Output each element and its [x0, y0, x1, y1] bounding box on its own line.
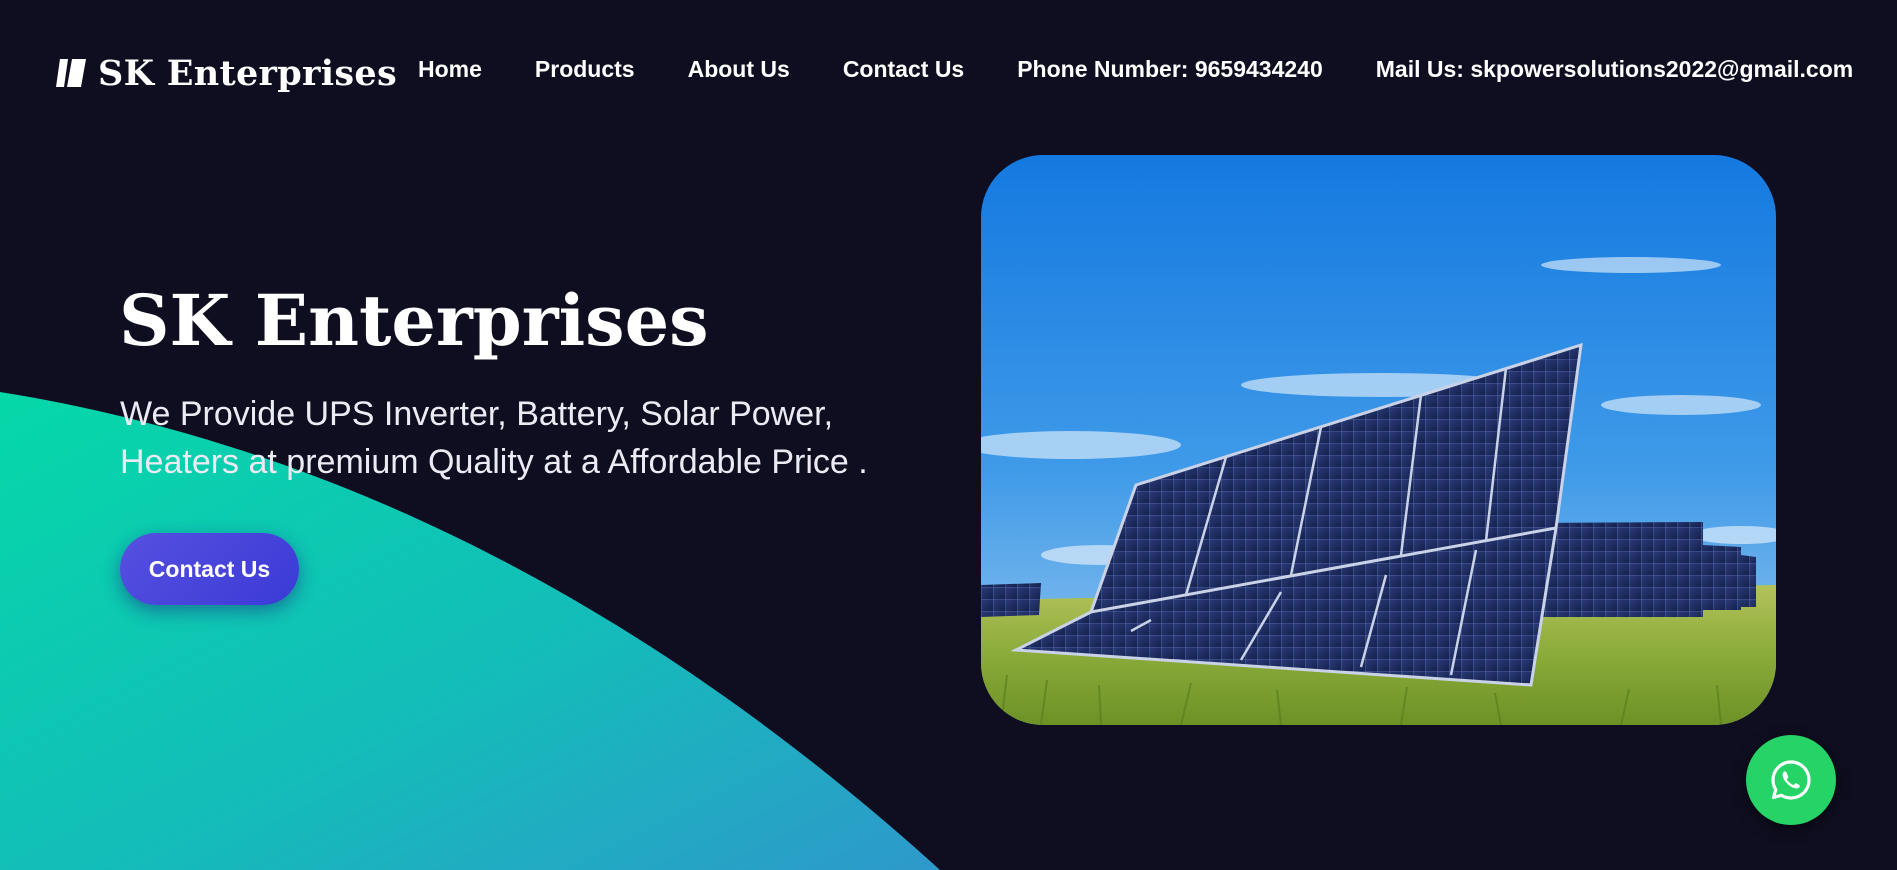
hero-title: SK Enterprises	[119, 279, 709, 362]
solar-panels-photo	[981, 155, 1776, 725]
hero-subtitle-line2: Heaters at premium Quality at a Affordab…	[120, 443, 868, 481]
hero-subtitle: We Provide UPS Inverter, Battery, Solar …	[120, 390, 940, 486]
nav-phone-link[interactable]: Phone Number: 9659434240	[1017, 56, 1323, 83]
top-navbar: SK Enterprises Home Products About Us Co…	[0, 0, 1897, 148]
whatsapp-icon	[1771, 760, 1811, 800]
whatsapp-button[interactable]	[1746, 735, 1836, 825]
nav-products-link[interactable]: Products	[535, 56, 635, 83]
nav-home-link[interactable]: Home	[418, 56, 482, 83]
bolt-logo-icon	[56, 59, 86, 87]
nav-links: Home Products About Us Contact Us Phone …	[418, 56, 1853, 83]
brand-logo[interactable]: SK Enterprises	[54, 50, 397, 96]
contact-us-button[interactable]: Contact Us	[120, 533, 299, 605]
solar-panels-illustration	[981, 155, 1776, 725]
hero-subtitle-line1: We Provide UPS Inverter, Battery, Solar …	[120, 395, 834, 433]
nav-mail-link[interactable]: Mail Us: skpowersolutions2022@gmail.com	[1376, 56, 1853, 83]
page: SK Enterprises Home Products About Us Co…	[0, 0, 1897, 870]
nav-contact-link[interactable]: Contact Us	[843, 56, 964, 83]
nav-about-link[interactable]: About Us	[688, 56, 790, 83]
brand-name: SK Enterprises	[98, 52, 397, 94]
